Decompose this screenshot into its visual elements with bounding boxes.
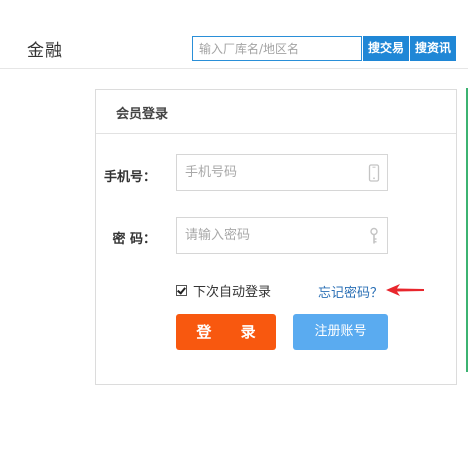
search-trade-button[interactable]: 搜交易: [363, 36, 409, 61]
red-arrow-icon: [386, 284, 424, 296]
phone-input[interactable]: [177, 155, 357, 190]
search-news-button[interactable]: 搜资讯: [410, 36, 456, 61]
header-divider: [0, 68, 468, 69]
login-panel: 会员登录 手机号： 密 码： 下次自动登录 忘记密码？: [95, 89, 457, 385]
password-label: 密 码：: [112, 232, 156, 247]
password-input[interactable]: [177, 218, 357, 253]
search-box: [192, 36, 362, 61]
remember-me[interactable]: 下次自动登录: [176, 281, 272, 300]
search-input[interactable]: [193, 37, 361, 60]
phone-label: 手机号：: [103, 170, 156, 185]
register-button[interactable]: 注册账号: [293, 314, 388, 350]
login-button[interactable]: 登 录: [176, 314, 276, 350]
login-panel-title: 会员登录: [116, 107, 169, 122]
password-field-wrapper: [176, 217, 388, 254]
site-logo-text[interactable]: 金融: [27, 36, 63, 61]
forgot-password-link[interactable]: 忘记密码？: [318, 282, 383, 301]
remember-label: 下次自动登录: [193, 284, 272, 300]
key-icon: [370, 227, 378, 244]
remember-checkbox[interactable]: [176, 284, 187, 296]
mobile-phone-icon: [368, 164, 380, 182]
page: 金融 搜交易 搜资讯 会员登录 手机号： 密 码：: [0, 0, 468, 466]
phone-field-wrapper: [176, 154, 388, 191]
panel-divider: [96, 133, 456, 134]
